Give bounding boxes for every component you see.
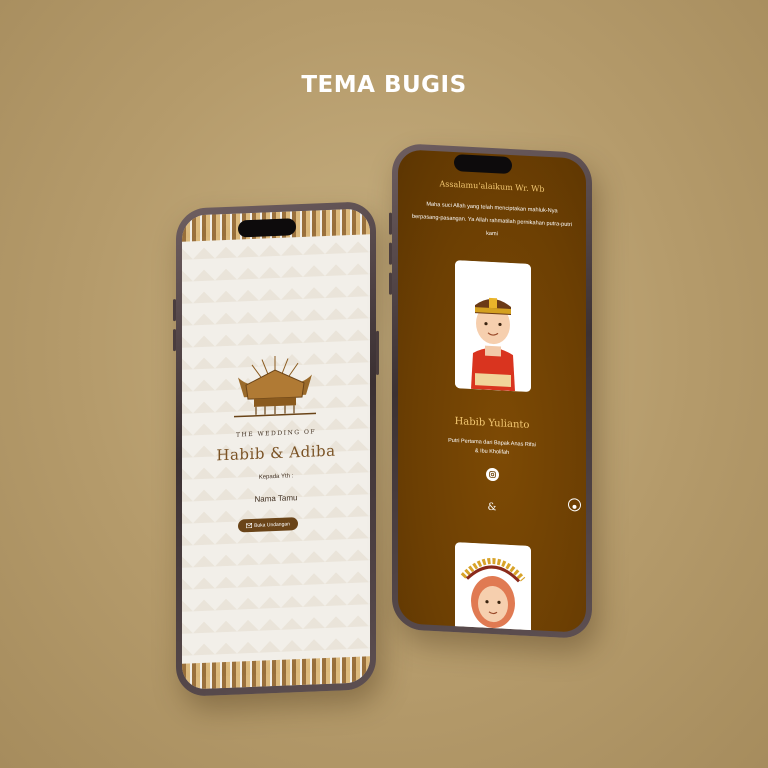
wedding-of-label: THE WEDDING OF (235, 428, 317, 439)
open-invitation-button[interactable]: Buka Undangan (238, 517, 298, 533)
dynamic-island (238, 218, 296, 238)
open-invitation-label: Buka Undangan (254, 520, 290, 529)
groom-photo-card (455, 260, 531, 393)
instagram-button[interactable] (486, 467, 499, 482)
envelope-icon (246, 522, 253, 529)
bride-illustration (455, 542, 531, 633)
greeting-heading: Assalamu'alaikum Wr. Wb (439, 179, 545, 194)
groom-parents: Putri Pertama dari Bapak Anas Rifai & Ib… (398, 434, 586, 462)
music-disc-icon (572, 504, 577, 509)
ornament-border-bottom (182, 656, 370, 690)
volume-button (389, 242, 392, 265)
right-phone: Assalamu'alaikum Wr. Wb Maha suci Allah … (389, 142, 592, 640)
music-toggle-button[interactable] (568, 497, 581, 512)
ampersand: & (487, 501, 497, 514)
couple-details-screen: Assalamu'alaikum Wr. Wb Maha suci Allah … (398, 149, 586, 633)
power-button (376, 330, 379, 375)
page-title: TEMA BUGIS (301, 72, 467, 98)
groom-name: Habib Yulianto (454, 416, 530, 431)
traditional-house-icon (234, 356, 316, 418)
groom-illustration (455, 260, 531, 393)
volume-button (173, 329, 176, 352)
recipient-label: Kepada Yth : (258, 473, 294, 481)
bride-photo-card (455, 542, 531, 633)
volume-button (389, 212, 392, 235)
guest-name: Nama Tamu (254, 493, 298, 504)
invitation-cover-screen: THE WEDDING OF Habib & Adiba Kepada Yth … (182, 208, 370, 690)
instagram-icon (489, 471, 496, 478)
dynamic-island (454, 154, 512, 175)
couple-names: Habib & Adiba (216, 441, 336, 465)
volume-button (173, 299, 176, 322)
volume-button (389, 272, 392, 295)
left-phone: THE WEDDING OF Habib & Adiba Kepada Yth … (173, 200, 379, 698)
verse-text: Maha suci Allah yang telah menciptakan m… (412, 201, 572, 238)
